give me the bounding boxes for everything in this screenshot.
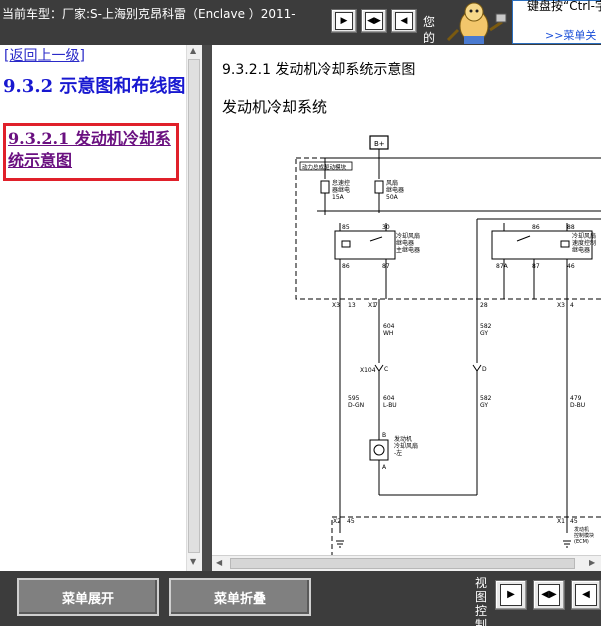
ecm-conn-45b: 45 (570, 518, 578, 525)
current-vehicle-label: 当前车型：厂家:S-上海别克昂科雷（Enclave ）2011- (2, 7, 296, 21)
document-subheading: 发动机冷却系统 (222, 98, 328, 116)
fuse2-line-3: 50A (386, 194, 399, 201)
wire-lbu: L-BU (383, 402, 397, 409)
conn-7: 7 (374, 302, 378, 309)
expand-both-button[interactable]: ◀▶ (361, 9, 387, 33)
prev-page-button[interactable]: ◀ (391, 9, 417, 33)
next-page-button[interactable]: ▶ (495, 580, 527, 610)
ecm-conn-x1: X1 (557, 518, 565, 525)
pin-85: 85 (342, 224, 350, 231)
wiring-diagram: B+ 动力总成驱动模块 怠速控 器继电 15A 风扇 继电器 50A 冷却风扇 … (295, 135, 601, 571)
motor-pin-b: B (382, 432, 386, 439)
pin-87a: 87A (496, 263, 509, 270)
document-pane: B+ 动力总成驱动模块 怠速控 器继电 15A 风扇 继电器 50A 冷却风扇 … (212, 45, 601, 571)
ecm-line-1: 发动机 (574, 526, 589, 533)
scroll-up-icon[interactable]: ▲ (190, 46, 196, 55)
relay2-line-3: 继电器 (572, 246, 590, 254)
close-menu-link[interactable]: >>菜单关 (545, 27, 596, 43)
fuse2-line-1: 风扇 (386, 179, 398, 187)
prev-page-button[interactable]: ◀ (571, 580, 601, 610)
ecm-conn-45: 45 (347, 518, 355, 525)
wire-dgn: D-GN (348, 402, 364, 409)
document-heading: 9.3.2.1 发动机冷却系统示意图 (222, 62, 416, 78)
pin-86: 86 (532, 224, 540, 231)
pane-splitter[interactable] (202, 45, 212, 571)
relay2-line-1: 冷却风扇 (572, 232, 596, 240)
wire-582b: 582 (480, 395, 492, 402)
scroll-down-icon[interactable]: ▼ (190, 557, 196, 566)
scroll-right-icon[interactable]: ▶ (589, 558, 595, 567)
module-label: 动力总成驱动模块 (302, 163, 347, 171)
pin-46: 46 (567, 263, 575, 270)
conn-x3b: X3 (557, 302, 565, 309)
collapse-menu-button[interactable]: 菜单折叠 (169, 578, 311, 616)
splice-pin-c: C (384, 366, 388, 373)
prev-icon: ◀ (395, 12, 413, 30)
conn-4: 4 (570, 302, 574, 309)
prev-icon: ◀ (575, 584, 597, 606)
scroll-left-icon[interactable]: ◀ (216, 558, 222, 567)
relay2-line-2: 速度控制 (572, 239, 596, 247)
battery-label: B+ (374, 140, 385, 148)
motor-pin-a: A (382, 464, 387, 471)
wire-dbu: D-BU (570, 402, 585, 409)
wire-wh: WH (383, 330, 393, 337)
wire-595: 595 (348, 395, 360, 402)
ecm-conn-x2: X2 (333, 518, 341, 525)
splice-label: X104 (360, 367, 376, 374)
wire-582: 582 (480, 323, 492, 330)
shortcut-tip-text: 键盘按“Ctrl-字！ (527, 0, 601, 13)
wire-gy: GY (480, 330, 488, 337)
conn-x3: X3 (332, 302, 340, 309)
relay1-line-3: 主继电器 (396, 246, 420, 254)
expand-both-icon: ◀▶ (538, 584, 560, 606)
sidebar-scrollbar[interactable]: ▲ ▼ (186, 45, 202, 571)
current-toc-item-label: 9.3.2.1 发动机冷却系统示意图 (8, 129, 171, 170)
back-link[interactable]: [返回上一级] (4, 45, 85, 65)
expand-both-icon: ◀▶ (365, 12, 383, 30)
expand-both-button[interactable]: ◀▶ (533, 580, 565, 610)
relay1-line-1: 冷却风扇 (396, 232, 420, 240)
shortcut-tip-box: 键盘按“Ctrl-字！ >>菜单关 (512, 0, 601, 44)
wire-gyb: GY (480, 402, 488, 409)
splice-pin-d: D (482, 366, 487, 373)
pin-87b: 87 (532, 263, 540, 270)
mascot-icon (444, 0, 508, 45)
bottom-bar: 菜单展开 菜单折叠 视图控制 ▶ ◀▶ ◀ (0, 571, 601, 632)
fuse1-line-3: 15A (332, 194, 345, 201)
pin-30: 30 (382, 224, 390, 231)
current-toc-item[interactable]: 9.3.2.1 发动机冷却系统示意图 (3, 123, 179, 181)
conn-28: 28 (480, 302, 488, 309)
toc-sidebar: [返回上一级] 9.3.2 示意图和布线图 9.3.2.1 发动机冷却系统示意图… (0, 45, 202, 571)
motor-line-2: 冷却风扇 (394, 442, 418, 450)
wire-479: 479 (570, 395, 582, 402)
wire-604b: 604 (383, 395, 395, 402)
expand-menu-button[interactable]: 菜单展开 (17, 578, 159, 616)
fuse1-line-1: 怠速控 (332, 179, 350, 187)
pin-86b: 86 (342, 263, 350, 270)
relay1-line-2: 继电器 (396, 239, 414, 247)
section-title[interactable]: 9.3.2 示意图和布线图 (3, 75, 188, 99)
ecm-line-3: (ECM) (574, 539, 589, 545)
motor-line-3: -左 (394, 449, 402, 457)
document-h-scrollbar[interactable]: ◀ ▶ (212, 555, 601, 572)
h-scroll-thumb[interactable] (230, 558, 575, 569)
pin-88: 88 (567, 224, 575, 231)
motor-line-1: 发动机 (394, 435, 412, 443)
scroll-thumb[interactable] (188, 59, 200, 553)
fuse1-line-2: 器继电 (332, 186, 350, 194)
ecm-line-2: 控制模块 (574, 532, 594, 539)
view-control-label: 视图控制 (475, 576, 488, 632)
next-page-button[interactable]: ▶ (331, 9, 357, 33)
pin-87: 87 (382, 263, 390, 270)
fuse2-line-2: 继电器 (386, 186, 404, 194)
top-bar: 当前车型：厂家:S-上海别克昂科雷（Enclave ）2011- ▶ ◀▶ ◀ … (0, 0, 601, 77)
conn-13: 13 (348, 302, 356, 309)
next-icon: ▶ (335, 12, 353, 30)
next-icon: ▶ (500, 584, 522, 606)
wire-604: 604 (383, 323, 395, 330)
